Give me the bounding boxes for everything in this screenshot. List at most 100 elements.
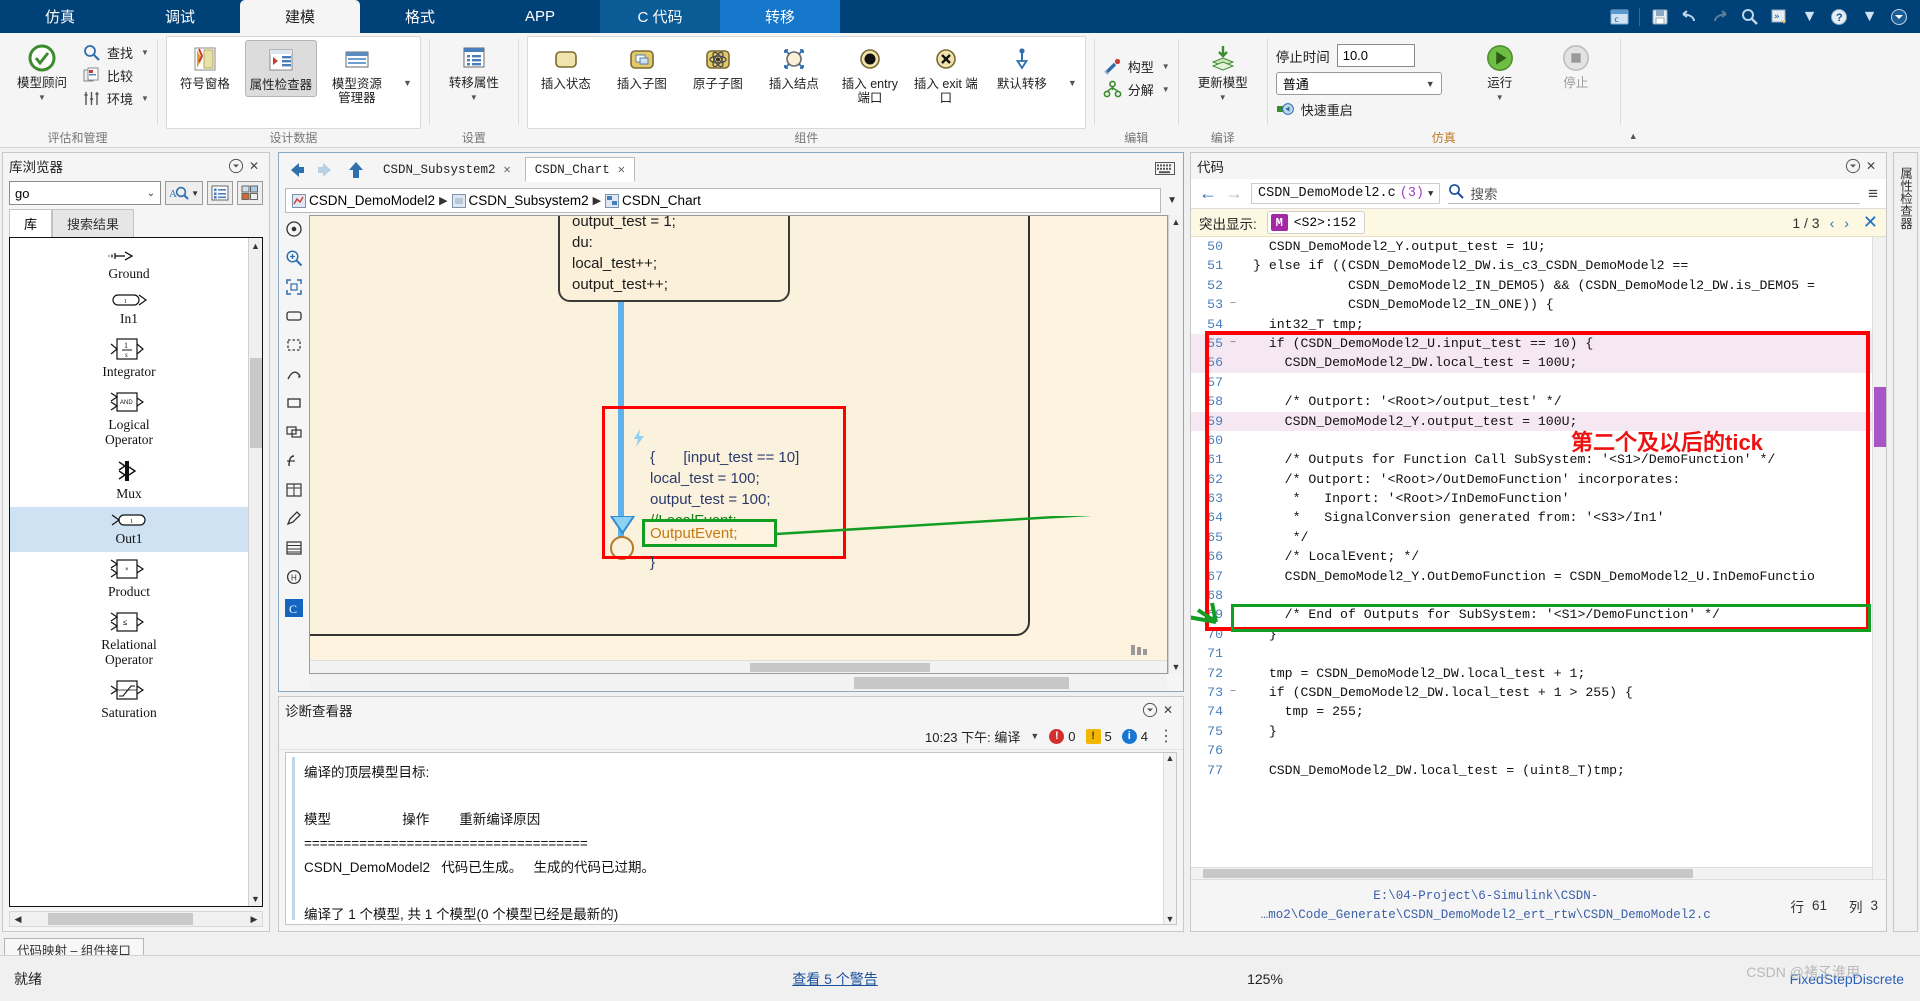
library-view-list-button[interactable] — [207, 181, 233, 205]
status-zoom[interactable]: 125% — [1050, 971, 1480, 987]
chevron-down-icon[interactable]: ▼ — [141, 94, 149, 103]
ribbon-tab-modeling[interactable]: 建模 — [240, 0, 360, 33]
insert-state-tool-icon[interactable] — [283, 306, 305, 326]
compare-button[interactable]: 比较 — [82, 66, 149, 85]
scroll-thumb-h[interactable] — [48, 913, 193, 925]
list-item[interactable]: Ground — [10, 244, 248, 287]
scroll-up-icon[interactable]: ▲ — [1164, 753, 1176, 763]
insert-box-tool-icon[interactable] — [283, 335, 305, 355]
up-icon[interactable] — [343, 157, 369, 183]
library-tab-library[interactable]: 库 — [9, 209, 53, 237]
canvas-vertical-scrollbar[interactable]: ▲ ▼ — [1168, 215, 1183, 674]
ribbon-tab-debug[interactable]: 调试 — [120, 0, 240, 33]
update-model-button[interactable]: 更新模型 ▼ — [1187, 39, 1259, 107]
ribbon-tab-app[interactable]: APP — [480, 0, 600, 33]
breadcrumb[interactable]: CSDN_DemoModel2 ▶ CSDN_Subsystem2 ▶ CSDN… — [285, 188, 1162, 213]
warning-badge[interactable]: ! 5 — [1085, 728, 1112, 744]
canvas-hscroll-thumb[interactable] — [750, 663, 930, 672]
breadcrumb-item-subsystem[interactable]: CSDN_Subsystem2 — [451, 193, 589, 208]
truthtable-tool-icon[interactable] — [283, 480, 305, 500]
zoom-in-icon[interactable] — [283, 248, 305, 268]
code-vertical-scrollbar[interactable] — [1872, 237, 1886, 879]
list-item[interactable]: 1 s Integrator — [10, 332, 248, 385]
scroll-right-icon[interactable]: ▶ — [246, 914, 262, 925]
rectangle-tool-icon[interactable] — [283, 393, 305, 413]
insert-junction-button[interactable]: 插入结点 — [758, 40, 830, 95]
components-more-icon[interactable]: ▼ — [1062, 78, 1083, 88]
scroll-left-icon[interactable]: ◀ — [10, 914, 26, 925]
ribbon-tab-simulation[interactable]: 仿真 — [0, 0, 120, 33]
symbol-pane-button[interactable]: 符号窗格 — [169, 40, 241, 95]
code-search-box[interactable]: 搜索 — [1448, 183, 1861, 204]
environment-button[interactable]: 环境 ▼ — [82, 89, 149, 108]
insert-subchart-button[interactable]: 插入子图 — [606, 40, 678, 95]
chevron-down-icon[interactable]: ▼ — [1162, 62, 1170, 71]
fold-icon[interactable]: − — [1227, 295, 1239, 314]
editor-tab-subsystem2[interactable]: CSDN_Subsystem2 ✕ — [373, 157, 521, 182]
table-tool-icon[interactable] — [283, 538, 305, 558]
find-button[interactable]: 查找 ▼ — [82, 43, 149, 62]
fit-to-view-icon[interactable] — [283, 277, 305, 297]
ribbon-collapse-icon[interactable]: ▲ — [1623, 131, 1644, 147]
chevron-down-icon[interactable]: ▼ — [1799, 6, 1820, 27]
library-view-grid-button[interactable] — [237, 181, 263, 205]
ribbon-tab-c-code[interactable]: C 代码 — [600, 0, 720, 33]
code-file-select[interactable]: CSDN_DemoModel2.c (3) ▼ — [1251, 183, 1441, 204]
scroll-up-icon[interactable]: ▲ — [1169, 215, 1183, 227]
help-icon[interactable]: ? — [1829, 6, 1850, 27]
simulation-mode-select[interactable]: 普通 ▼ — [1275, 72, 1442, 95]
panel-options-icon[interactable] — [1141, 701, 1159, 719]
transition-tool-icon[interactable] — [283, 364, 305, 384]
c-code-icon[interactable]: c — [1609, 6, 1630, 27]
chevron-down-icon-2[interactable]: ▼ — [1859, 6, 1880, 27]
property-inspector-button[interactable]: 属性检查器 — [244, 40, 317, 98]
list-item[interactable]: AND Logical Operator — [10, 385, 248, 453]
library-vertical-scrollbar[interactable]: ▲ ▼ — [248, 238, 262, 906]
scroll-up-icon[interactable]: ▲ — [249, 238, 262, 253]
panel-options-icon[interactable] — [1844, 157, 1862, 175]
search-icon[interactable] — [1739, 6, 1760, 27]
info-badge[interactable]: i 4 — [1121, 728, 1148, 744]
scroll-down-icon[interactable]: ▼ — [249, 891, 262, 906]
library-search-input[interactable]: go ⌄ — [9, 181, 162, 205]
code-scroll-area[interactable]: 50 CSDN_DemoModel2_Y.output_test = 1U; 5… — [1191, 237, 1886, 879]
diagnostic-run-select[interactable]: 10:23 下午: 编译 ▼ — [925, 727, 1039, 746]
model-advisor-button[interactable]: 模型顾问 ▼ — [6, 39, 78, 107]
canvas-hscroll[interactable] — [310, 660, 1167, 673]
run-button[interactable]: 运行 ▼ — [1464, 39, 1536, 107]
keyboard-icon[interactable] — [1155, 161, 1175, 178]
ribbon-tab-transition[interactable]: 转移 — [720, 0, 840, 33]
ribbon-tab-format[interactable]: 格式 — [360, 0, 480, 33]
stop-time-input[interactable]: 10.0 — [1336, 44, 1415, 67]
property-inspector-strip[interactable]: 属性检查器 — [1893, 152, 1918, 932]
list-item[interactable]: 1 In1 — [10, 287, 248, 332]
code-horizontal-scrollbar[interactable] — [1191, 867, 1872, 879]
configuration-button[interactable]: 构型 ▼ — [1103, 57, 1170, 76]
diagnostic-scrollbar[interactable]: ▲ ▼ — [1163, 753, 1176, 924]
c-chart-badge-icon[interactable]: C — [283, 598, 305, 618]
next-match-icon[interactable]: › — [1844, 215, 1849, 231]
close-icon[interactable]: ✕ — [618, 162, 625, 177]
code-menu-icon[interactable]: ≡ — [1868, 184, 1878, 204]
list-item[interactable]: × Product — [10, 552, 248, 605]
save-icon[interactable] — [1649, 6, 1670, 27]
editor-horizontal-scrollbar[interactable] — [309, 674, 1167, 691]
default-transition-button[interactable]: 默认转移 — [986, 40, 1058, 95]
status-warnings-link[interactable]: 查看 5 个警告 — [620, 969, 1050, 989]
collapse-ribbon-icon[interactable] — [1889, 6, 1910, 27]
library-horizontal-scrollbar[interactable]: ◀ ▶ — [9, 911, 263, 927]
history-junction-icon[interactable]: H — [283, 567, 305, 587]
close-icon[interactable]: ✕ — [504, 162, 511, 177]
chevron-down-icon[interactable]: ▼ — [470, 93, 478, 102]
library-search-button[interactable]: A ▼ — [165, 181, 203, 205]
scroll-thumb[interactable] — [250, 358, 262, 448]
editor-tab-chart[interactable]: CSDN_Chart ✕ — [524, 157, 636, 182]
list-item[interactable]: ≤ Relational Operator — [10, 605, 248, 673]
close-icon[interactable]: ✕ — [1159, 701, 1177, 719]
list-item-selected[interactable]: 1 Out1 — [10, 506, 248, 552]
panel-options-icon[interactable] — [227, 157, 245, 175]
decompose-button[interactable]: 分解 ▼ — [1103, 80, 1170, 99]
fold-icon[interactable]: − — [1227, 683, 1239, 702]
close-icon[interactable]: ✕ — [245, 157, 263, 175]
annotation-tool-icon[interactable] — [283, 509, 305, 529]
